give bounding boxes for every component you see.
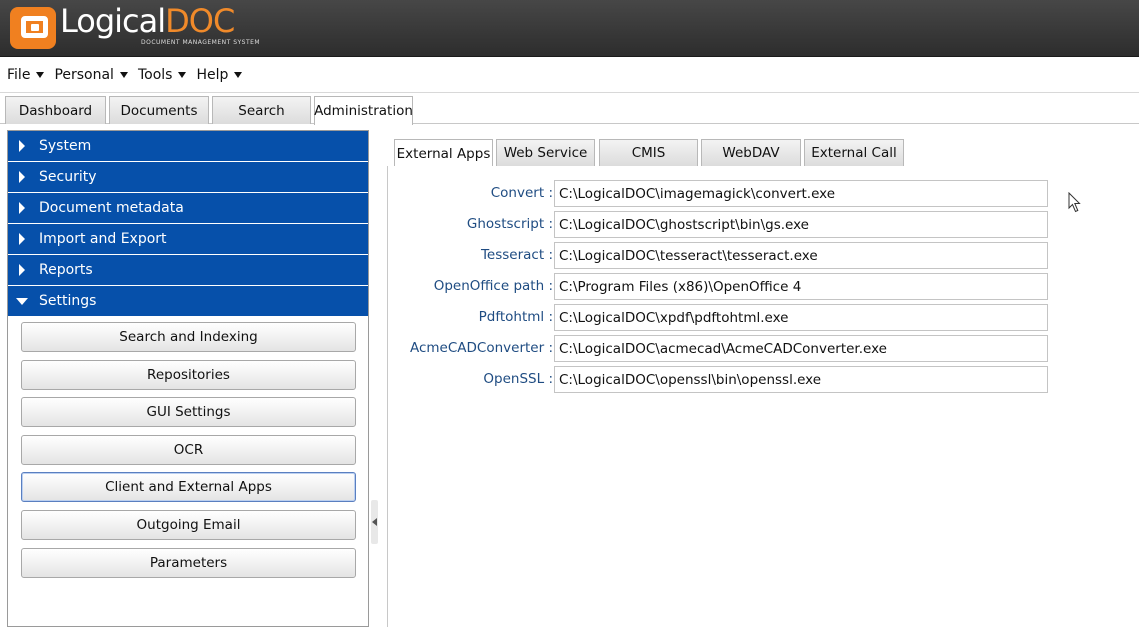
form-row-openoffice: OpenOffice path :	[388, 273, 1139, 300]
caret-down-icon	[178, 71, 187, 78]
ocr-button[interactable]: OCR	[21, 434, 356, 465]
logicaldoc-logo-icon	[10, 7, 56, 49]
tab-webdav[interactable]: WebDAV	[701, 139, 801, 166]
sidebar-section-system[interactable]: System	[8, 131, 368, 162]
menu-bar: File Personal Tools Help	[0, 57, 1139, 93]
main-tab-bar: Dashboard Documents Search Administratio…	[0, 93, 1139, 125]
outgoing-email-button[interactable]: Outgoing Email	[21, 509, 356, 540]
tab-administration[interactable]: Administration	[314, 96, 413, 125]
settings-panel: Search and Indexing Repositories GUI Set…	[8, 317, 368, 578]
logicaldoc-logo: LogicalDOC DOCUMENT MANAGEMENT SYSTEM	[10, 2, 261, 52]
form-row-pdftohtml: Pdftohtml :	[388, 304, 1139, 331]
openssl-path-input[interactable]	[554, 366, 1048, 393]
caret-down-icon	[119, 71, 128, 78]
tab-dashboard[interactable]: Dashboard	[5, 96, 106, 124]
admin-sidebar: System Security Document metadata Import…	[7, 130, 369, 627]
field-label: AcmeCADConverter :	[409, 340, 553, 356]
form-row-ghostscript: Ghostscript :	[388, 211, 1139, 238]
caret-down-icon	[36, 71, 45, 78]
app-header: LogicalDOC DOCUMENT MANAGEMENT SYSTEM	[0, 0, 1139, 57]
expand-arrow-icon	[19, 202, 25, 214]
menu-file[interactable]: File	[3, 67, 48, 83]
menu-personal[interactable]: Personal	[50, 67, 132, 83]
form-row-acmecadconverter: AcmeCADConverter :	[388, 335, 1139, 362]
settings-tab-bar: External Apps Web Service CMIS WebDAV Ex…	[387, 137, 1139, 167]
field-label: Convert :	[490, 185, 553, 201]
tesseract-path-input[interactable]	[554, 242, 1048, 269]
sidebar-section-settings[interactable]: Settings	[8, 286, 368, 317]
tab-cmis[interactable]: CMIS	[599, 139, 698, 166]
form-row-convert: Convert :	[388, 180, 1139, 207]
form-row-tesseract: Tesseract :	[388, 242, 1139, 269]
sidebar-section-reports[interactable]: Reports	[8, 255, 368, 286]
expand-arrow-icon	[19, 233, 25, 245]
caret-down-icon	[234, 71, 243, 78]
acmecadconverter-path-input[interactable]	[554, 335, 1048, 362]
collapse-arrow-icon	[16, 298, 28, 305]
logo-text: LogicalDOC	[60, 2, 235, 40]
field-label: Tesseract :	[480, 247, 553, 263]
pdftohtml-path-input[interactable]	[554, 304, 1048, 331]
sidebar-section-security[interactable]: Security	[8, 162, 368, 193]
sidebar-section-document-metadata[interactable]: Document metadata	[8, 193, 368, 224]
field-label: OpenSSL :	[483, 371, 553, 387]
tab-external-apps[interactable]: External Apps	[394, 139, 493, 167]
mouse-cursor-icon	[1068, 192, 1081, 213]
field-label: OpenOffice path :	[433, 278, 553, 294]
form-row-openssl: OpenSSL :	[388, 366, 1139, 393]
collapse-sidebar-handle[interactable]	[371, 500, 378, 544]
menu-tools[interactable]: Tools	[134, 67, 191, 83]
external-apps-form: Convert : Ghostscript : Tesseract : Open…	[387, 166, 1139, 627]
tab-web-service[interactable]: Web Service	[496, 139, 595, 166]
tab-external-call[interactable]: External Call	[804, 139, 904, 166]
tab-search[interactable]: Search	[212, 96, 311, 124]
client-external-apps-button[interactable]: Client and External Apps	[21, 472, 356, 503]
tab-documents[interactable]: Documents	[109, 96, 209, 124]
expand-arrow-icon	[19, 171, 25, 183]
expand-arrow-icon	[19, 140, 25, 152]
convert-path-input[interactable]	[554, 180, 1048, 207]
gui-settings-button[interactable]: GUI Settings	[21, 397, 356, 428]
menu-help[interactable]: Help	[192, 67, 246, 83]
search-and-indexing-button[interactable]: Search and Indexing	[21, 322, 356, 352]
sidebar-section-import-export[interactable]: Import and Export	[8, 224, 368, 255]
field-label: Ghostscript :	[466, 216, 553, 232]
ghostscript-path-input[interactable]	[554, 211, 1048, 238]
openoffice-path-input[interactable]	[554, 273, 1048, 300]
field-label: Pdftohtml :	[478, 309, 553, 325]
expand-arrow-icon	[19, 264, 25, 276]
logo-subtitle: DOCUMENT MANAGEMENT SYSTEM	[141, 39, 261, 46]
parameters-button[interactable]: Parameters	[21, 547, 356, 578]
repositories-button[interactable]: Repositories	[21, 359, 356, 390]
